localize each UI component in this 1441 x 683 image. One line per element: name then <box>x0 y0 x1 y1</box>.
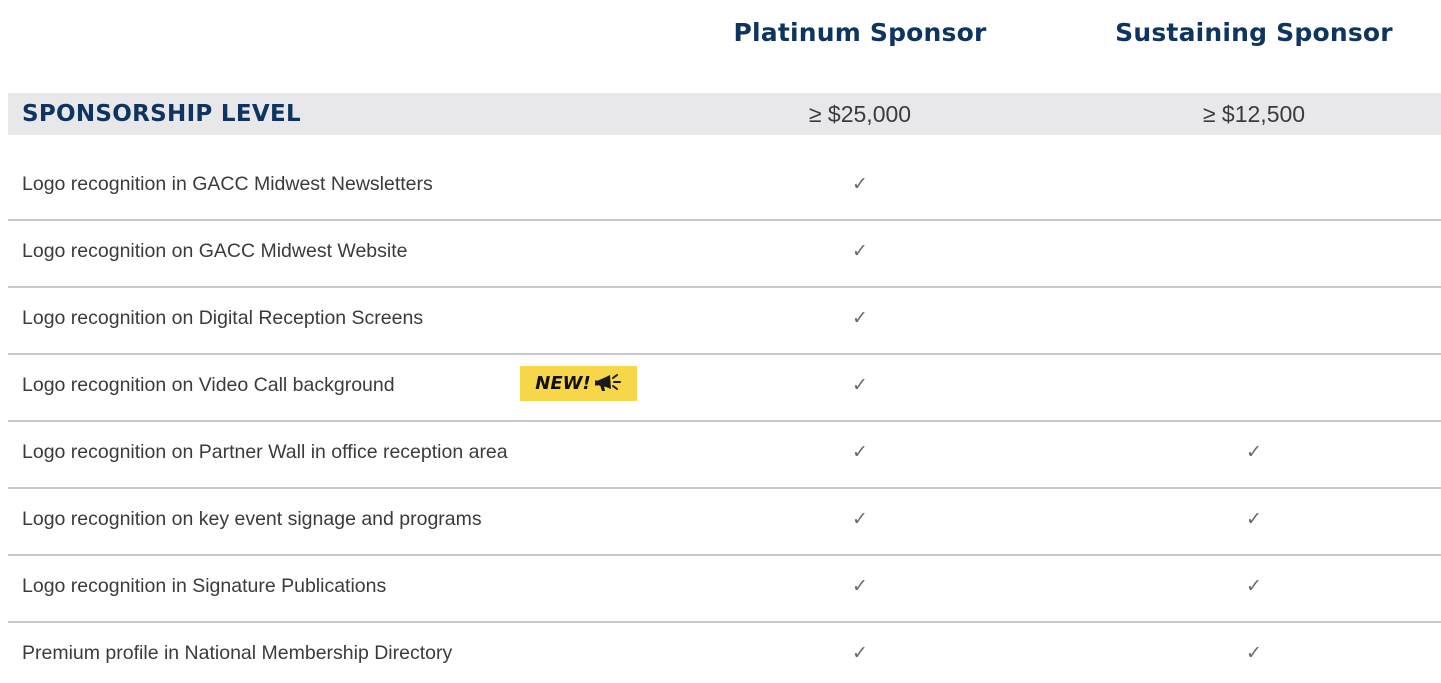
benefit-label: Logo recognition on Digital Reception Sc… <box>22 307 424 329</box>
benefit-label: Logo recognition in Signature Publicatio… <box>22 575 387 597</box>
platinum-check-icon: ✓ <box>852 575 868 597</box>
benefit-label: Logo recognition on Partner Wall in offi… <box>22 441 508 463</box>
sustaining-check-icon: ✓ <box>1246 642 1262 664</box>
sponsorship-level-row: SPONSORSHIP LEVEL ≥ $25,000 ≥ $12,500 <box>8 93 1441 135</box>
megaphone-icon <box>594 372 622 396</box>
benefit-row: Logo recognition on GACC Midwest Website… <box>8 221 1441 288</box>
benefit-row: Logo recognition in GACC Midwest Newslet… <box>8 154 1441 221</box>
platinum-level-amount: ≥ $25,000 <box>808 101 912 127</box>
benefit-label: Logo recognition on Video Call backgroun… <box>22 374 395 396</box>
benefit-label: Premium profile in National Membership D… <box>22 642 453 664</box>
platinum-check-icon: ✓ <box>852 642 868 664</box>
benefit-row: Logo recognition in Signature Publicatio… <box>8 556 1441 623</box>
platinum-check-icon: ✓ <box>852 240 868 262</box>
new-badge-text: NEW! <box>535 373 591 394</box>
column-headers: Platinum Sponsor Sustaining Sponsor <box>0 0 1441 74</box>
sustaining-sponsor-header: Sustaining Sponsor <box>1115 18 1393 47</box>
sponsorship-level-label: SPONSORSHIP LEVEL <box>22 101 301 127</box>
sustaining-check-icon <box>1234 288 1274 348</box>
benefit-label: Logo recognition in GACC Midwest Newslet… <box>22 173 433 195</box>
platinum-sponsor-header: Platinum Sponsor <box>733 18 987 47</box>
benefit-label: Logo recognition on key event signage an… <box>22 508 482 530</box>
new-badge: NEW! <box>520 366 637 401</box>
benefit-row: Logo recognition on key event signage an… <box>8 489 1441 556</box>
platinum-check-icon: ✓ <box>852 307 868 329</box>
sustaining-level-amount: ≥ $12,500 <box>1202 101 1306 127</box>
benefit-label: Logo recognition on GACC Midwest Website <box>22 240 408 262</box>
sustaining-check-icon: ✓ <box>1246 508 1262 530</box>
benefit-row: Logo recognition on Partner Wall in offi… <box>8 422 1441 489</box>
benefit-row: Logo recognition on Digital Reception Sc… <box>8 288 1441 355</box>
platinum-check-icon: ✓ <box>852 173 868 195</box>
platinum-check-icon: ✓ <box>852 508 868 530</box>
sustaining-check-icon <box>1234 221 1274 281</box>
sustaining-check-icon <box>1234 355 1274 415</box>
sustaining-check-icon <box>1234 154 1274 214</box>
sustaining-check-icon: ✓ <box>1246 441 1262 463</box>
sustaining-check-icon: ✓ <box>1246 575 1262 597</box>
platinum-check-icon: ✓ <box>852 441 868 463</box>
platinum-check-icon: ✓ <box>852 374 868 396</box>
benefits-table: Logo recognition in GACC Midwest Newslet… <box>8 154 1441 679</box>
benefit-row: Premium profile in National Membership D… <box>8 623 1441 679</box>
benefit-row: Logo recognition on Video Call backgroun… <box>8 355 1441 422</box>
